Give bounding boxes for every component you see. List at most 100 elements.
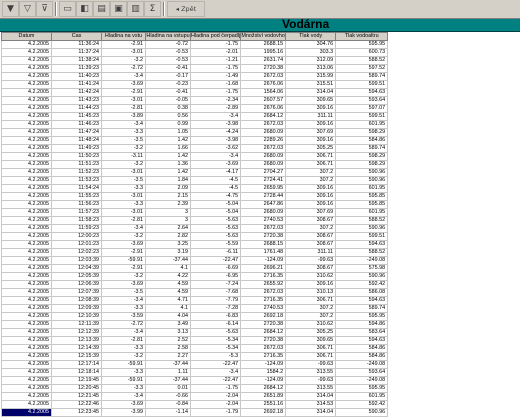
table-row[interactable]: 4.2.2005 11:58:23 -2.81 3 -5.63 2740.53 308.67… xyxy=(1,216,389,225)
table-cell[interactable]: 12:05:39 xyxy=(51,272,102,281)
table-cell[interactable]: -1.21 xyxy=(189,56,242,65)
table-cell[interactable]: 599.51 xyxy=(335,112,389,121)
table-cell[interactable]: 12:02:23 xyxy=(51,248,102,257)
table-cell[interactable]: 1564.06 xyxy=(240,88,287,97)
table-cell[interactable]: -2.91 xyxy=(101,40,146,49)
table-cell[interactable]: 2672.03 xyxy=(240,344,287,353)
table-cell[interactable]: -2.72 xyxy=(101,64,146,73)
table-cell[interactable]: -3.4 xyxy=(101,72,146,81)
table-cell[interactable]: -3.5 xyxy=(101,136,146,145)
table-row[interactable]: 4.2.2005 11:41:24 -3.69 -0.23 -1.68 2676.06 31… xyxy=(1,80,389,89)
table-cell[interactable]: 1.42 xyxy=(145,152,191,161)
table-cell[interactable]: -2.91 xyxy=(101,248,146,257)
table-cell[interactable]: 1.11 xyxy=(145,368,191,377)
table-cell[interactable]: 601.95 xyxy=(335,184,389,193)
table-cell[interactable]: 4.2.2005 xyxy=(1,128,52,137)
table-cell[interactable]: 4.2.2005 xyxy=(1,112,52,121)
table-cell[interactable]: -2.89 xyxy=(189,104,242,113)
table-cell[interactable]: 307.2 xyxy=(285,224,337,233)
table-cell[interactable]: 583.64 xyxy=(335,328,389,337)
table-cell[interactable]: -3.89 xyxy=(101,112,146,121)
table-cell[interactable]: 2720.38 xyxy=(240,64,287,73)
table-cell[interactable]: -5.59 xyxy=(189,240,242,249)
column-header[interactable]: Hladina na vstu xyxy=(101,32,146,41)
table-cell[interactable]: 308.67 xyxy=(285,264,337,273)
table-cell[interactable]: 2696.21 xyxy=(240,264,287,273)
table-cell[interactable]: -3.3 xyxy=(101,128,146,137)
back-button[interactable]: ◂ Zpět xyxy=(167,1,205,17)
table-cell[interactable]: -5.63 xyxy=(189,216,242,225)
table-cell[interactable]: 4.2.2005 xyxy=(1,88,52,97)
table-cell[interactable]: -4.17 xyxy=(189,168,242,177)
table-cell[interactable]: -37.44 xyxy=(145,256,191,265)
table-cell[interactable]: 309.65 xyxy=(285,96,337,105)
table-cell[interactable]: 3 xyxy=(145,208,191,217)
table-cell[interactable]: 4.2.2005 xyxy=(1,144,52,153)
table-cell[interactable]: 0.38 xyxy=(145,104,191,113)
table-cell[interactable]: 305.25 xyxy=(285,328,337,337)
table-cell[interactable]: 2692.18 xyxy=(240,312,287,321)
table-cell[interactable]: 2672.03 xyxy=(240,288,287,297)
table-cell[interactable]: -3.11 xyxy=(101,152,146,161)
table-cell[interactable]: 307.2 xyxy=(285,168,337,177)
table-cell[interactable]: 3.25 xyxy=(145,240,191,249)
table-cell[interactable]: -99.63 xyxy=(285,256,337,265)
table-cell[interactable]: -2.34 xyxy=(189,96,242,105)
table-cell[interactable]: -3.01 xyxy=(101,48,146,57)
table-cell[interactable]: -3.4 xyxy=(101,224,146,233)
table-cell[interactable]: 600.73 xyxy=(335,48,389,57)
table-cell[interactable]: -6.14 xyxy=(189,320,242,329)
table-row[interactable]: 4.2.2005 12:18:14 -3.3 1.11 -3.4 1584.2 313.55… xyxy=(1,368,389,377)
table-cell[interactable]: 584.86 xyxy=(335,352,389,361)
table-cell[interactable]: -7.79 xyxy=(189,296,242,305)
table-cell[interactable]: 4.2.2005 xyxy=(1,328,52,337)
table-row[interactable]: 4.2.2005 11:51:23 -3.2 1.36 -3.69 2680.09 306.… xyxy=(1,160,389,169)
table-cell[interactable]: -3.01 xyxy=(101,192,146,201)
table-cell[interactable]: 595.85 xyxy=(335,200,389,209)
table-cell[interactable]: 590.96 xyxy=(335,224,389,233)
table-cell[interactable]: 4.2.2005 xyxy=(1,344,52,353)
table-row[interactable]: 4.2.2005 11:59:23 -3.4 2.64 -5.63 2672.03 307.… xyxy=(1,224,389,233)
table-cell[interactable]: 306.71 xyxy=(285,352,337,361)
table-cell[interactable]: 4.2.2005 xyxy=(1,208,52,217)
table-cell[interactable]: 2680.09 xyxy=(240,160,287,169)
table-cell[interactable]: 12:21:45 xyxy=(51,392,102,401)
table-cell[interactable]: 3 xyxy=(145,216,191,225)
table-cell[interactable]: 2.52 xyxy=(145,336,191,345)
table-cell[interactable]: -5.04 xyxy=(189,200,242,209)
table-cell[interactable]: 307.2 xyxy=(285,312,337,321)
table-cell[interactable]: 11:39:23 xyxy=(51,64,102,73)
table-cell[interactable]: 4.2.2005 xyxy=(1,216,52,225)
table-cell[interactable]: 11:46:23 xyxy=(51,120,102,129)
table-cell[interactable]: 11:42:24 xyxy=(51,88,102,97)
table-row[interactable]: 4.2.2005 12:11:39 -2.72 3.49 -6.14 2720.38 310… xyxy=(1,320,389,329)
table-cell[interactable]: 590.96 xyxy=(335,176,389,185)
table-cell[interactable]: -3.3 xyxy=(101,344,146,353)
table-cell[interactable]: 1.66 xyxy=(145,144,191,153)
table-cell[interactable]: 599.51 xyxy=(335,80,389,89)
table-cell[interactable]: 0.01 xyxy=(145,384,191,393)
print-preview-icon[interactable]: ▣ xyxy=(110,1,127,17)
table-cell[interactable]: -3.4 xyxy=(101,120,146,129)
table-row[interactable]: 4.2.2005 11:55:23 -3.01 2.15 -4.75 2728.44 309… xyxy=(1,192,389,201)
column-header[interactable]: Čas xyxy=(51,32,102,41)
table-cell[interactable]: -249.08 xyxy=(335,360,389,369)
table-cell[interactable]: 4.59 xyxy=(145,288,191,297)
table-cell[interactable]: -7.28 xyxy=(189,304,242,313)
table-cell[interactable]: -1.49 xyxy=(189,72,242,81)
table-cell[interactable]: 4.2.2005 xyxy=(1,408,52,417)
table-cell[interactable]: 4.2.2005 xyxy=(1,288,52,297)
table-cell[interactable]: -1.14 xyxy=(145,408,191,417)
table-cell[interactable]: 598.29 xyxy=(335,152,389,161)
table-cell[interactable]: 595.95 xyxy=(335,40,389,49)
table-cell[interactable]: -2.04 xyxy=(189,392,242,401)
table-cell[interactable]: 4.2.2005 xyxy=(1,376,52,385)
column-header[interactable]: Tlak vody xyxy=(285,32,337,41)
table-cell[interactable]: 11:54:24 xyxy=(51,184,102,193)
table-cell[interactable]: -2.01 xyxy=(189,48,242,57)
table-cell[interactable]: 306.71 xyxy=(285,344,337,353)
table-cell[interactable]: -5.34 xyxy=(189,336,242,345)
table-cell[interactable]: 4.2.2005 xyxy=(1,272,52,281)
table-cell[interactable]: 309.16 xyxy=(285,104,337,113)
table-cell[interactable]: 2716.35 xyxy=(240,352,287,361)
